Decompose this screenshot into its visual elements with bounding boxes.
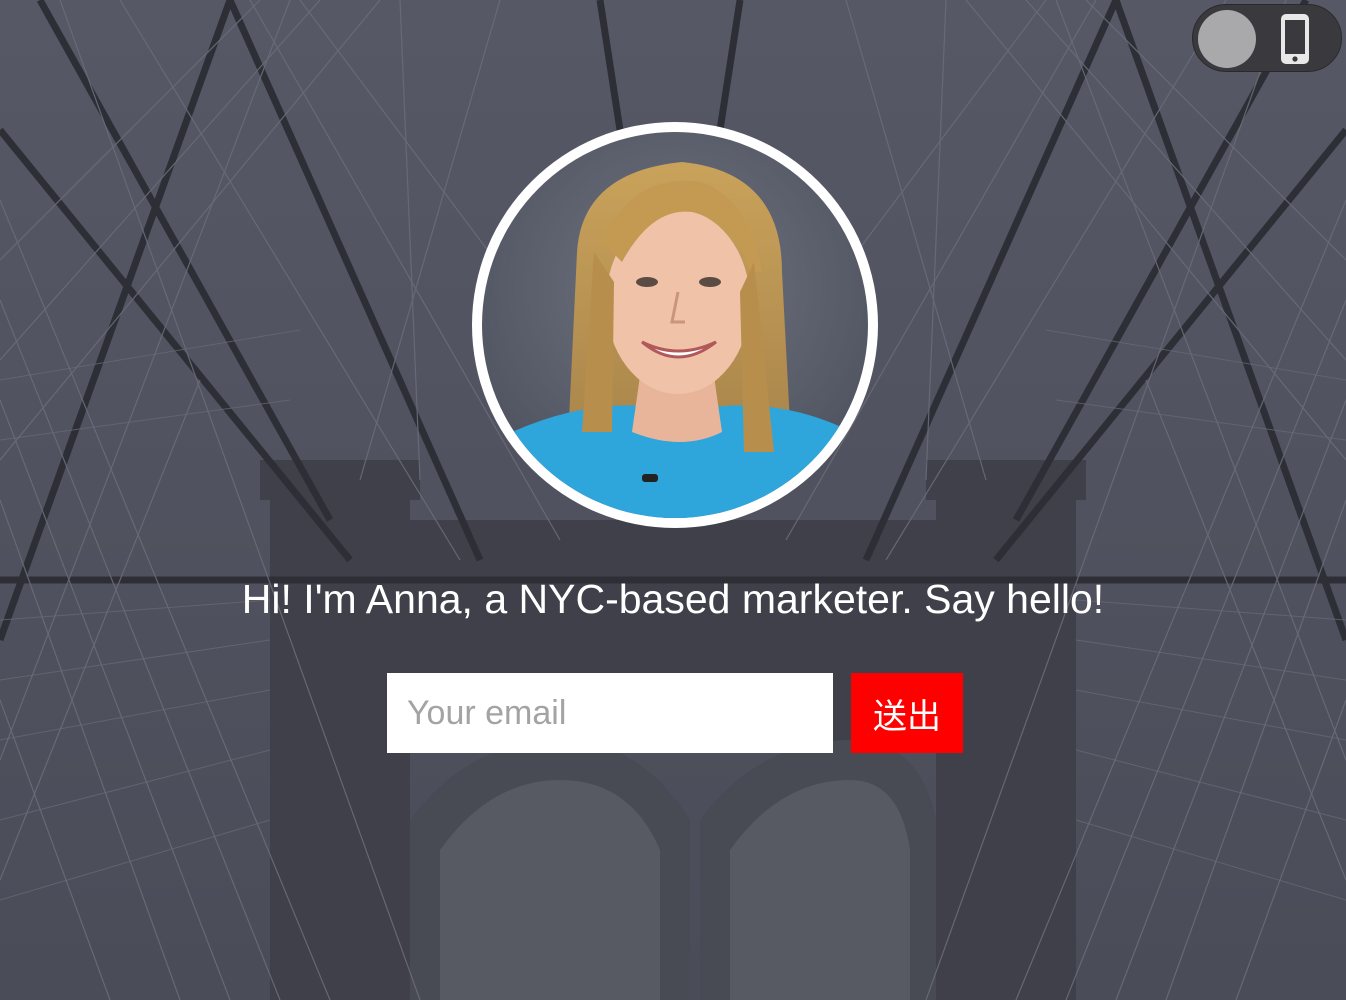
profile-photo xyxy=(482,132,868,518)
tagline: Hi! I'm Anna, a NYC-based marketer. Say … xyxy=(241,576,1105,622)
device-preview-toggle[interactable] xyxy=(1192,4,1342,72)
landing-page: Hi! I'm Anna, a NYC-based marketer. Say … xyxy=(0,0,1346,1000)
email-input[interactable] xyxy=(387,673,833,753)
toggle-knob[interactable] xyxy=(1198,10,1256,68)
submit-button[interactable]: 送出 xyxy=(851,673,963,753)
avatar xyxy=(472,122,878,528)
mobile-phone-icon xyxy=(1281,14,1309,64)
